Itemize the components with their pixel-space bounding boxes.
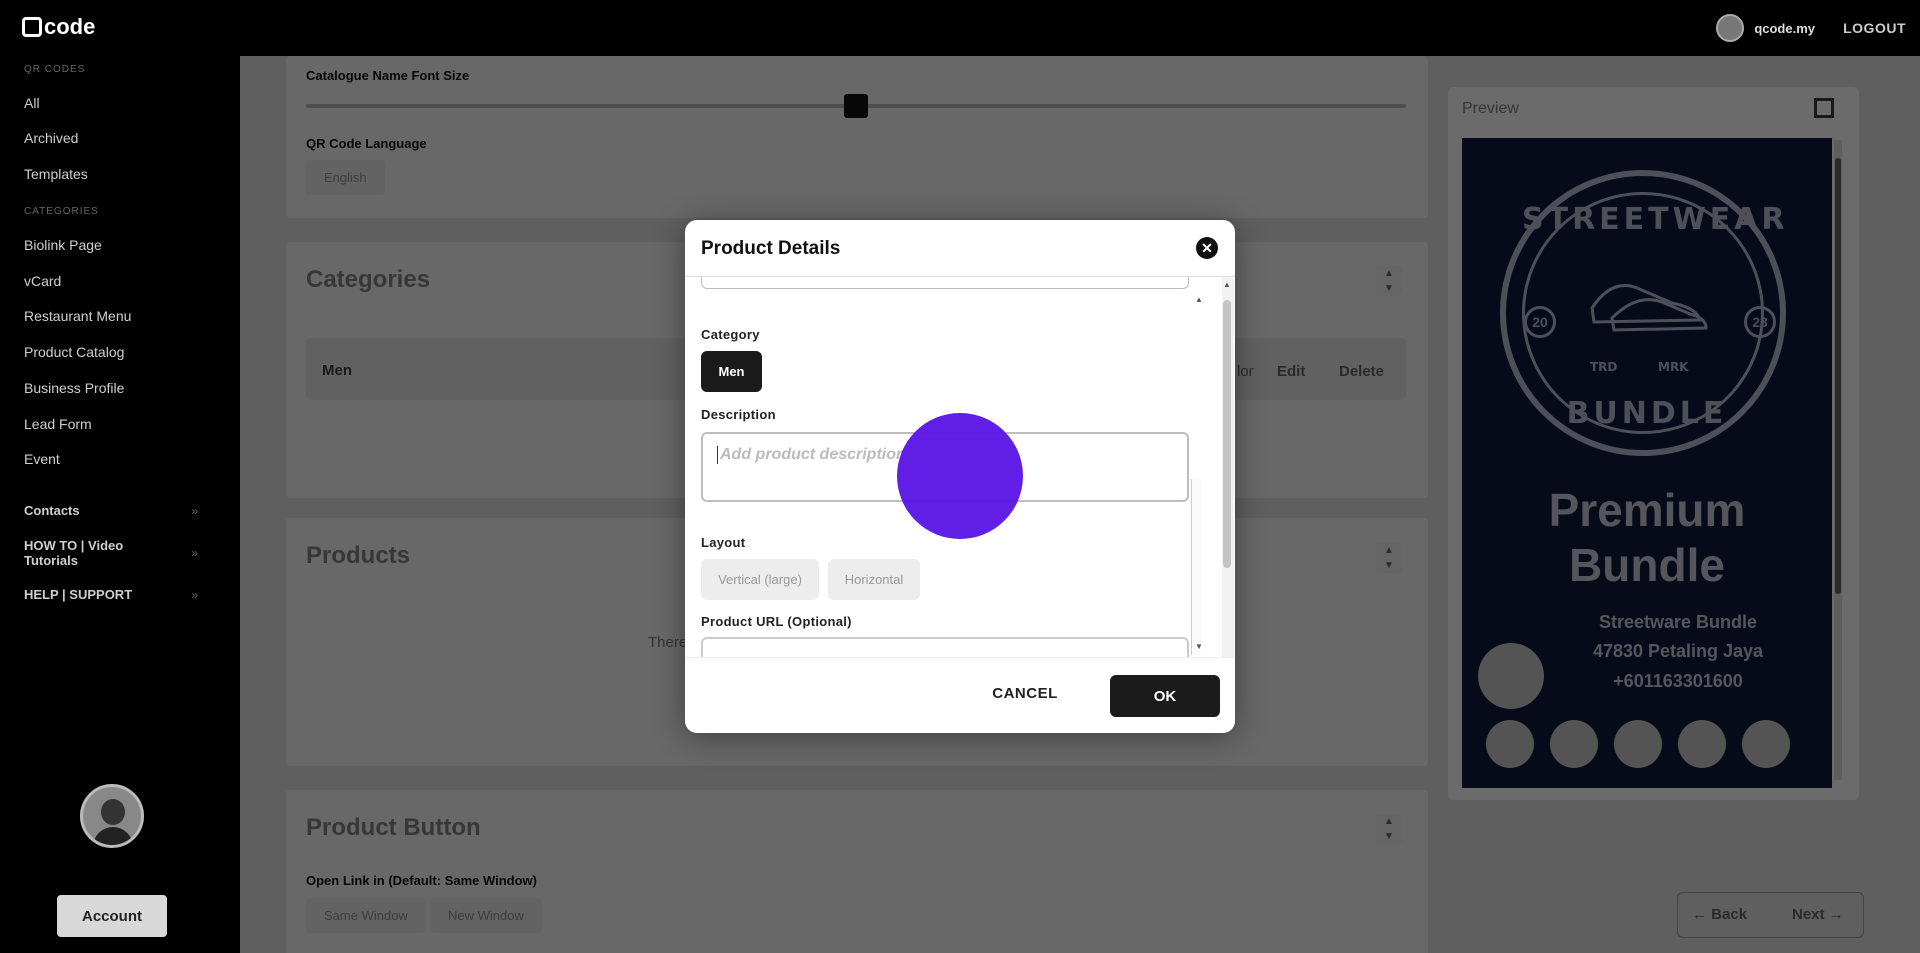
user-name: qcode.my [1754,20,1815,36]
logout-link[interactable]: LOGOUT [1843,20,1906,36]
touch-indicator [897,413,1023,539]
sidebar-group-how-to[interactable]: HOW TO | Video Tutorials [24,538,144,568]
description-label: Description [701,407,776,422]
sidebar-item-vcard[interactable]: vCard [24,273,61,289]
close-icon[interactable]: ✕ [1196,237,1218,259]
modal-title: Product Details [701,238,841,259]
scroll-down-icon[interactable]: ▼ [1195,642,1203,651]
user-avatar-icon [1716,14,1745,42]
sidebar-item-event[interactable]: Event [24,451,60,467]
layout-horizontal-button[interactable]: Horizontal [828,559,920,600]
sidebar-item-lead-form[interactable]: Lead Form [24,416,92,432]
user-menu[interactable]: qcode.my [1716,14,1815,42]
account-avatar [80,784,144,848]
sidebar-item-product-catalog[interactable]: Product Catalog [24,344,124,360]
chevron-right-icon: » [191,588,198,602]
chevron-right-icon: » [191,504,198,518]
account-button[interactable]: Account [57,895,167,937]
sidebar-item-business-profile[interactable]: Business Profile [24,380,124,396]
layout-vertical-button[interactable]: Vertical (large) [701,559,819,600]
layout-label: Layout [701,535,746,550]
sidebar: QR CODES All Archived Templates CATEGORI… [0,56,240,953]
logo-q-icon [22,17,42,37]
inner-scrollbar[interactable] [1191,479,1201,655]
modal-scrollbar-thumb[interactable] [1223,300,1231,568]
cancel-button[interactable]: CANCEL [985,675,1065,711]
ok-button[interactable]: OK [1110,675,1220,717]
sidebar-item-all[interactable]: All [24,95,40,111]
chevron-right-icon: » [191,546,198,560]
sidebar-section-categories: CATEGORIES [24,206,99,217]
description-placeholder: Add product description [720,446,906,464]
product-url-label: Product URL (Optional) [701,614,852,629]
sidebar-group-contacts[interactable]: Contacts [24,503,204,518]
sidebar-item-templates[interactable]: Templates [24,166,88,182]
app-logo[interactable]: code [22,14,95,40]
scroll-up-icon[interactable]: ▲ [1195,295,1203,304]
sidebar-item-restaurant-menu[interactable]: Restaurant Menu [24,308,131,324]
sidebar-item-archived[interactable]: Archived [24,130,78,146]
top-bar: code qcode.my LOGOUT [0,0,1920,56]
sidebar-item-biolink-page[interactable]: Biolink Page [24,237,102,253]
sidebar-group-help-support[interactable]: HELP | SUPPORT [24,587,204,602]
logo-text: code [44,14,96,39]
text-caret [717,446,718,464]
category-label: Category [701,327,760,342]
sidebar-section-qr-codes: QR CODES [24,64,86,75]
modal-footer-divider [685,657,1235,658]
scroll-up-icon[interactable]: ▲ [1223,280,1231,289]
product-name-field[interactable] [701,277,1189,289]
product-url-input[interactable] [701,637,1189,657]
category-chip-men[interactable]: Men [701,351,762,392]
